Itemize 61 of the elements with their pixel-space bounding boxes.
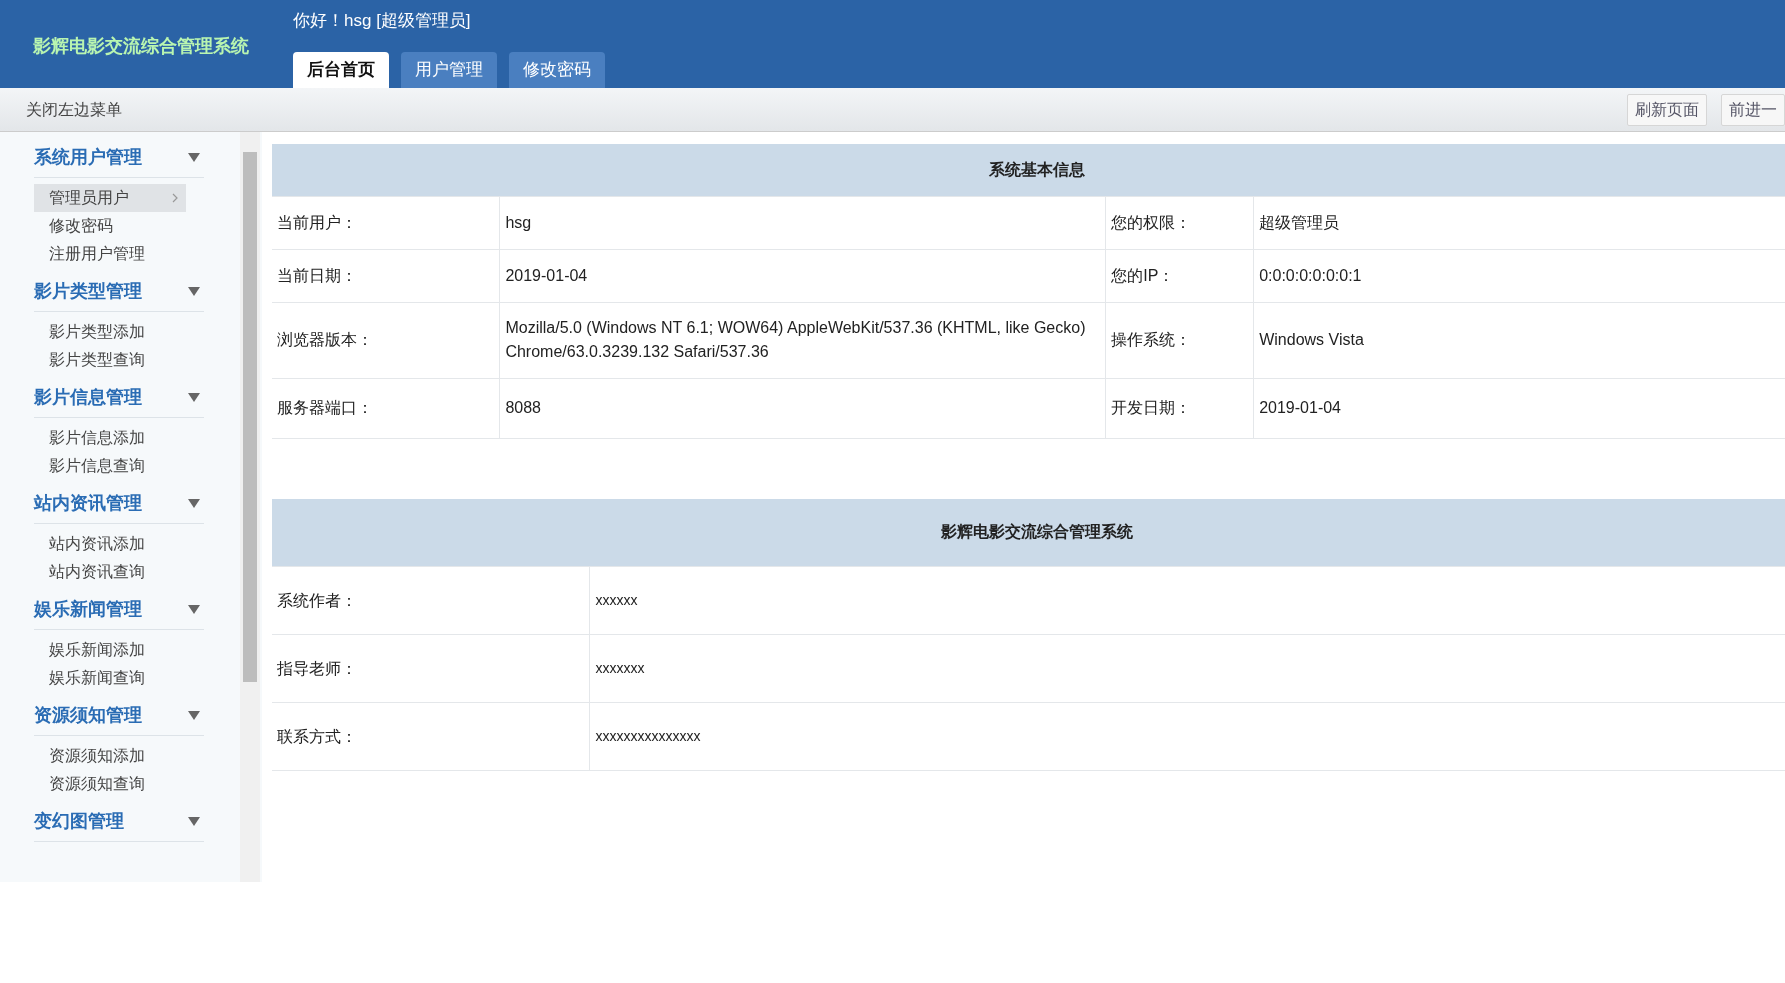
menu-item[interactable]: 娱乐新闻添加 <box>34 636 186 664</box>
menu-item[interactable]: 资源须知查询 <box>34 770 186 798</box>
table-cell: 服务器端口： <box>272 378 500 438</box>
menu-group-title[interactable]: 变幻图管理 <box>34 808 124 835</box>
table-cell: 指导老师： <box>272 634 590 703</box>
nav-tab[interactable]: 用户管理 <box>401 51 497 88</box>
table-cell: 8088 <box>499 378 1106 438</box>
menu-item[interactable]: 修改密码 <box>34 212 186 240</box>
dropdown-triangle-icon <box>188 711 200 720</box>
menu-item[interactable]: 影片类型添加 <box>34 318 186 346</box>
table-cell: 当前日期： <box>272 249 500 302</box>
menu-item[interactable]: 管理员用户 <box>34 184 186 212</box>
dropdown-triangle-icon <box>188 393 200 402</box>
table-cell: hsg <box>499 196 1106 249</box>
table-cell: 当前用户： <box>272 196 500 249</box>
menu-group-title[interactable]: 影片类型管理 <box>34 278 142 305</box>
menu-item[interactable]: 站内资讯查询 <box>34 558 186 586</box>
menu-item[interactable]: 娱乐新闻查询 <box>34 664 186 692</box>
table-cell: 您的IP： <box>1105 249 1254 302</box>
chevron-icon <box>172 193 178 203</box>
menu-group-title[interactable]: 娱乐新闻管理 <box>34 596 142 623</box>
menu-item[interactable]: 站内资讯添加 <box>34 530 186 558</box>
menu-item[interactable]: 注册用户管理 <box>34 240 186 268</box>
table-cell: 联系方式： <box>272 702 590 771</box>
table-cell: 浏览器版本： <box>272 302 500 378</box>
table-cell: 2019-01-04 <box>499 249 1106 302</box>
dropdown-triangle-icon <box>188 605 200 614</box>
table-cell: 操作系统： <box>1105 302 1254 378</box>
table-cell: xxxxxxxxxxxxxxx <box>589 702 1785 771</box>
menu-item[interactable]: 影片信息添加 <box>34 424 186 452</box>
scrollbar-thumb[interactable] <box>243 152 257 682</box>
dropdown-triangle-icon <box>188 499 200 508</box>
table-cell: 开发日期： <box>1105 378 1254 438</box>
table-cell: xxxxxxx <box>589 634 1785 703</box>
menu-item[interactable]: 影片信息查询 <box>34 452 186 480</box>
menu-group-title[interactable]: 站内资讯管理 <box>34 490 142 517</box>
menu-group-title[interactable]: 影片信息管理 <box>34 384 142 411</box>
table-cell: xxxxxx <box>589 566 1785 635</box>
table-cell: 0:0:0:0:0:0:0:1 <box>1253 249 1785 302</box>
table-cell: 您的权限： <box>1105 196 1254 249</box>
table-cell: 系统作者： <box>272 566 590 635</box>
menu-group-title[interactable]: 系统用户管理 <box>34 144 142 171</box>
table-cell: 2019-01-04 <box>1253 378 1785 438</box>
table-cell: 超级管理员 <box>1253 196 1785 249</box>
nav-tab[interactable]: 修改密码 <box>509 51 605 88</box>
menu-item[interactable]: 影片类型查询 <box>34 346 186 374</box>
nav-tab[interactable]: 后台首页 <box>293 51 389 88</box>
table-cell: Windows Vista <box>1253 302 1785 378</box>
dropdown-triangle-icon <box>188 287 200 296</box>
dropdown-triangle-icon <box>188 153 200 162</box>
menu-group-title[interactable]: 资源须知管理 <box>34 702 142 729</box>
toolbar-button[interactable]: 前进一 <box>1721 93 1785 126</box>
table-header: 系统基本信息 <box>272 144 1785 196</box>
table-header: 影辉电影交流综合管理系统 <box>272 498 1785 567</box>
toolbar-button[interactable]: 刷新页面 <box>1627 93 1707 126</box>
menu-item[interactable]: 资源须知添加 <box>34 742 186 770</box>
close-menu-link[interactable]: 关闭左边菜单 <box>0 97 122 122</box>
greeting-text: 你好！hsg [超级管理员] <box>293 10 472 32</box>
app-title: 影辉电影交流综合管理系统 <box>32 35 250 58</box>
dropdown-triangle-icon <box>188 817 200 826</box>
table-cell: Mozilla/5.0 (Windows NT 6.1; WOW64) AppleWebKit/537.36 (KHTML, like Gecko) Chrome/63.0.3239.132 Safari/537.36 <box>499 302 1106 378</box>
